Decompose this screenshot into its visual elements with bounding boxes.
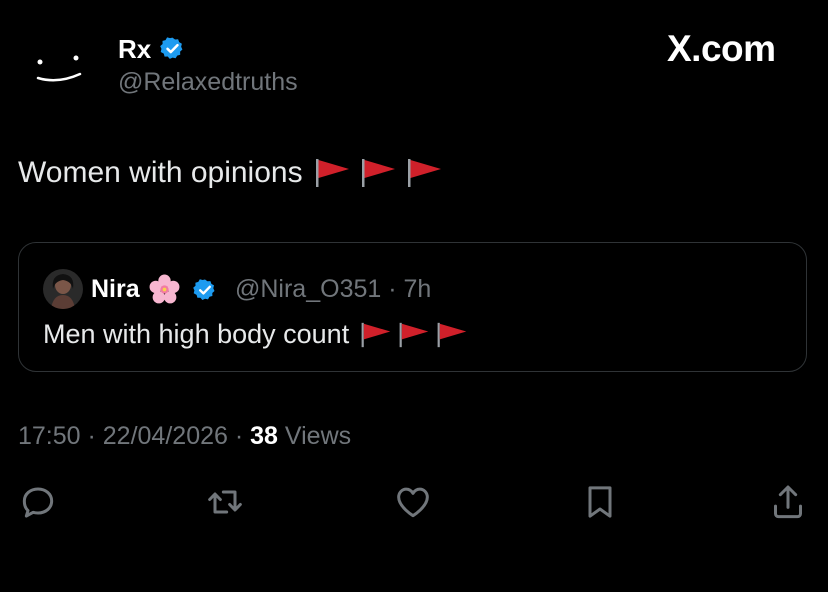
reply-button[interactable] — [18, 482, 58, 522]
retweet-button[interactable] — [205, 482, 245, 522]
smiley-face-icon — [36, 55, 82, 82]
cherry-blossom-icon — [149, 274, 180, 304]
share-icon — [774, 485, 802, 519]
timestamp[interactable]: 17:50 · 22/04/2026 · — [18, 422, 250, 450]
quote-avatar[interactable] — [43, 269, 83, 309]
author-handle[interactable]: @Relaxedtruths — [118, 68, 298, 97]
bookmark-button[interactable] — [580, 482, 620, 522]
quote-handle-time[interactable]: @Nira_O351 · 7h — [235, 275, 431, 304]
brand-logo: X.com — [667, 28, 776, 69]
quoted-tweet-card[interactable]: Nira @Nira_O351 · 7h Men with high body … — [18, 242, 807, 372]
views-count: 38 — [250, 422, 278, 450]
tweet-text: Women with opinions — [18, 156, 451, 190]
red-flag-icon — [399, 322, 429, 347]
retweet-icon — [208, 490, 242, 514]
red-flag-icon — [315, 159, 349, 187]
author-name[interactable]: Rx — [118, 34, 151, 65]
quote-author-name[interactable]: Nira — [91, 275, 140, 304]
tweet-meta: 17:50 · 22/04/2026 · 38 Views — [18, 422, 351, 451]
red-flag-icon — [361, 159, 395, 187]
red-flag-icon — [361, 322, 391, 347]
red-flag-icon — [437, 322, 467, 347]
quote-author[interactable]: Nira — [91, 273, 217, 306]
tweet-body: Women with opinions — [18, 156, 303, 189]
quote-body: Men with high body count — [43, 319, 350, 349]
verified-badge-icon — [160, 36, 185, 61]
red-flag-icon — [407, 159, 441, 187]
share-button[interactable] — [768, 482, 808, 522]
quote-text: Men with high body count — [43, 319, 473, 350]
tweet-flags — [313, 157, 451, 189]
like-button[interactable] — [393, 482, 433, 522]
verified-badge-icon — [192, 278, 215, 300]
bookmark-icon — [588, 486, 612, 518]
profile-photo-icon — [43, 269, 83, 309]
heart-icon — [397, 487, 429, 518]
views-label: Views — [277, 422, 352, 450]
quote-flags — [359, 321, 473, 349]
reply-icon — [22, 487, 54, 518]
avatar[interactable] — [22, 32, 96, 92]
